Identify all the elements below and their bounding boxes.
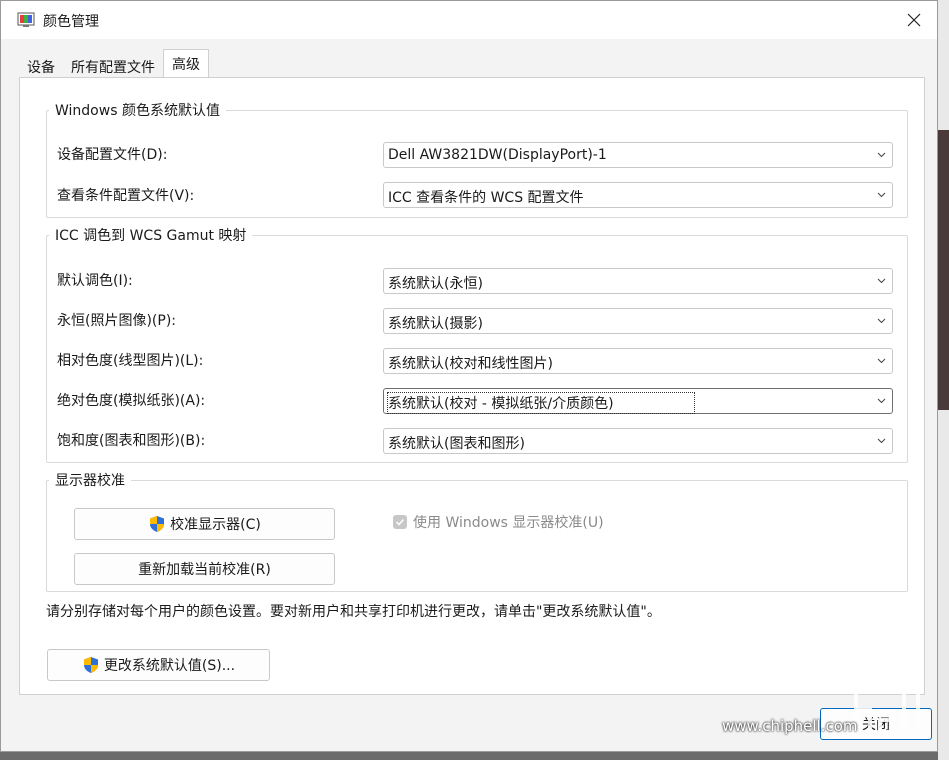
close-icon	[907, 13, 921, 27]
relative-colorimetric-label: 相对色度(线型图片)(L):	[57, 353, 204, 369]
advanced-tab-panel: Windows 颜色系统默认值 设备配置文件(D): Dell AW3821DW…	[19, 77, 925, 695]
perceptual-value: 系统默认(摄影)	[388, 316, 483, 332]
color-management-dialog: 颜色管理 设备 所有配置文件 高级 Windows 颜色系统默认值 设备配置文件…	[0, 0, 938, 752]
watermark-url: www.chiphell.com	[722, 717, 858, 735]
change-system-defaults-button[interactable]: 更改系统默认值(S)...	[47, 649, 270, 681]
reload-calibration-label: 重新加载当前校准(R)	[138, 562, 271, 578]
device-profile-label: 设备配置文件(D):	[57, 147, 168, 163]
default-rendering-dropdown[interactable]: 系统默认(永恒)	[383, 268, 893, 294]
perceptual-dropdown[interactable]: 系统默认(摄影)	[383, 308, 893, 334]
color-management-app-icon	[17, 12, 35, 27]
background-image-strip	[938, 130, 949, 410]
device-profile-dropdown[interactable]: Dell AW3821DW(DisplayPort)-1	[383, 142, 893, 168]
saturation-label: 饱和度(图表和图形)(B):	[57, 433, 206, 449]
window-close-button[interactable]	[891, 1, 937, 39]
checkmark-icon	[395, 518, 405, 526]
device-profile-value: Dell AW3821DW(DisplayPort)-1	[388, 147, 607, 163]
windows-color-defaults-legend: Windows 颜色系统默认值	[55, 103, 220, 119]
calibrate-display-label: 校准显示器(C)	[170, 517, 261, 533]
window-title: 颜色管理	[43, 14, 99, 30]
saturation-value: 系统默认(图表和图形)	[388, 436, 525, 452]
change-system-defaults-label: 更改系统默认值(S)...	[103, 658, 236, 674]
chiphell-watermark-logo	[850, 634, 920, 734]
viewing-conditions-label: 查看条件配置文件(V):	[57, 188, 195, 204]
per-user-settings-note: 请分别存储对每个用户的颜色设置。要对新用户和共享打印机进行更改，请单击"更改系统…	[46, 604, 661, 620]
display-calibration-legend: 显示器校准	[55, 473, 125, 489]
chevron-down-icon	[877, 398, 886, 404]
perceptual-label: 永恒(照片图像)(P):	[57, 313, 177, 329]
chevron-down-icon	[877, 438, 886, 444]
chevron-down-icon	[877, 318, 886, 324]
chevron-down-icon	[877, 152, 886, 158]
relative-colorimetric-dropdown[interactable]: 系统默认(校对和线性图片)	[383, 348, 893, 374]
windows-color-defaults-group: Windows 颜色系统默认值 设备配置文件(D): Dell AW3821DW…	[46, 100, 908, 218]
default-rendering-value: 系统默认(永恒)	[388, 276, 483, 292]
reload-calibration-button[interactable]: 重新加载当前校准(R)	[74, 553, 335, 585]
chevron-down-icon	[877, 358, 886, 364]
gamut-mapping-legend: ICC 调色到 WCS Gamut 映射	[55, 228, 247, 244]
use-windows-calibration-option[interactable]: 使用 Windows 显示器校准(U)	[393, 512, 604, 532]
gamut-mapping-group: ICC 调色到 WCS Gamut 映射 默认调色(I): 系统默认(永恒) 永…	[46, 225, 908, 463]
chevron-down-icon	[877, 278, 886, 284]
viewing-conditions-dropdown[interactable]: ICC 查看条件的 WCS 配置文件	[383, 182, 893, 208]
viewing-conditions-value: ICC 查看条件的 WCS 配置文件	[388, 190, 584, 206]
calibrate-display-button[interactable]: 校准显示器(C)	[74, 508, 335, 540]
uac-shield-icon	[150, 516, 165, 532]
uac-shield-icon	[83, 657, 98, 673]
use-windows-calibration-checkbox[interactable]	[393, 515, 407, 529]
display-calibration-group: 显示器校准 校准显示器(C) 重新加载当前校准(R) 使用 Windows 显示…	[46, 470, 908, 592]
chevron-down-icon	[877, 192, 886, 198]
absolute-colorimetric-dropdown[interactable]: 系统默认(校对 - 模拟纸张/介质颜色)	[383, 388, 893, 414]
relative-colorimetric-value: 系统默认(校对和线性图片)	[388, 356, 553, 372]
use-windows-calibration-label: 使用 Windows 显示器校准(U)	[413, 515, 604, 531]
absolute-colorimetric-label: 绝对色度(模拟纸张)(A):	[57, 393, 206, 409]
default-rendering-label: 默认调色(I):	[57, 273, 133, 289]
tab-strip: 设备 所有配置文件 高级	[19, 49, 209, 83]
title-bar: 颜色管理	[1, 1, 937, 39]
saturation-dropdown[interactable]: 系统默认(图表和图形)	[383, 428, 893, 454]
absolute-colorimetric-value: 系统默认(校对 - 模拟纸张/介质颜色)	[387, 392, 695, 414]
